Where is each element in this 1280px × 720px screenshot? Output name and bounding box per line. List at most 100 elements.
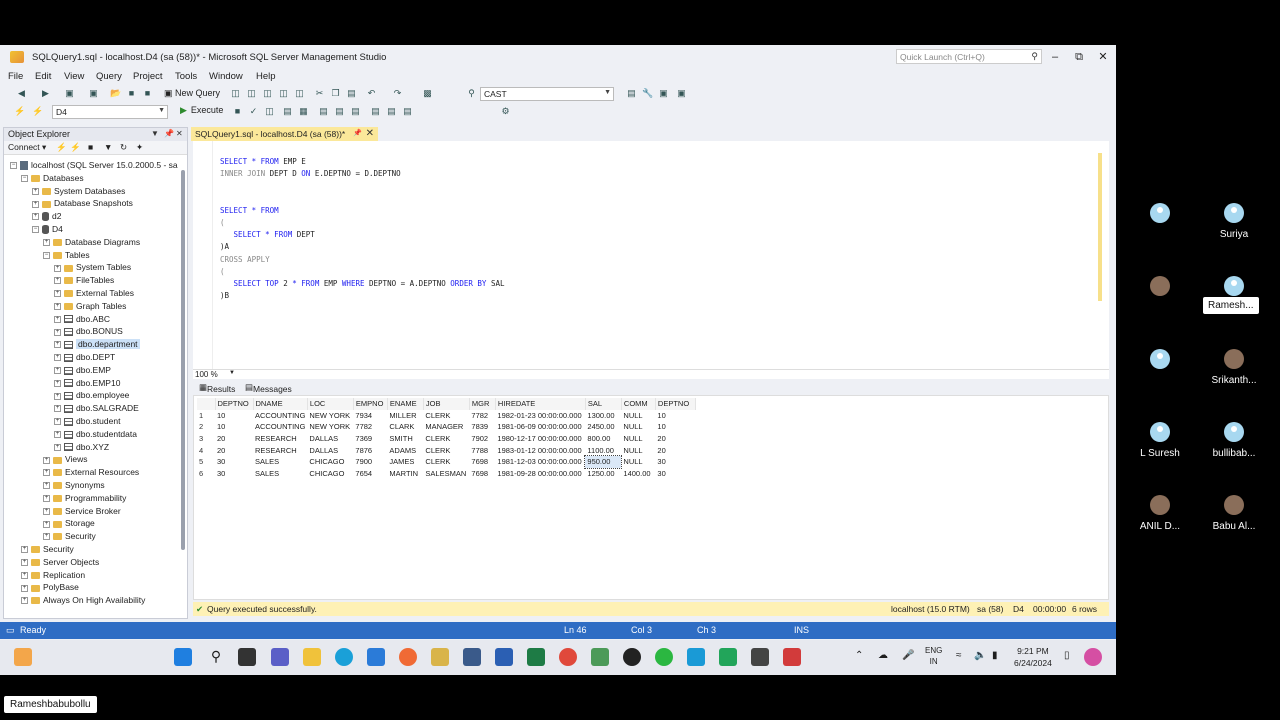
column-header[interactable]: DEPTNO [655,398,696,410]
pin-icon[interactable]: 📌 [164,129,174,138]
tree-node[interactable]: + System Databases [32,186,125,199]
column-header[interactable]: ENAME [387,398,424,410]
app-icon[interactable] [463,648,481,666]
new-query-button[interactable]: ▣ New Query [164,88,220,99]
expand-icon[interactable]: + [54,379,61,387]
task-view-icon[interactable] [238,648,256,666]
tree-node[interactable]: − Databases [21,173,84,186]
onedrive-icon[interactable]: ☁ [878,650,888,661]
app-icon[interactable] [591,648,609,666]
tab-sqlquery1[interactable]: SQLQuery1.sql - localhost.D4 (sa (58))* … [191,127,378,141]
query-type-icon[interactable]: ◫ [262,88,273,99]
disconnect-icon[interactable]: ⚡ [32,106,43,117]
table-cell[interactable]: 1982-01-23 00:00:00.000 [495,410,585,422]
table-cell[interactable]: CLERK [423,410,469,422]
tree-node[interactable]: + Always On High Availability [21,595,145,608]
tree-node[interactable]: − D4 [32,224,63,237]
table-cell[interactable]: MARTIN [387,468,423,480]
tree-node[interactable]: + Service Broker [43,506,121,519]
table-cell[interactable]: 20 [655,433,695,445]
skype-icon[interactable] [687,648,705,666]
table-cell[interactable]: RESEARCH [253,444,307,456]
participant-tile[interactable] [1125,203,1195,229]
table-cell[interactable]: 30 [655,456,695,468]
column-header[interactable]: DEPTNO [215,398,254,410]
query-type-icon[interactable]: ◫ [294,88,305,99]
table-cell[interactable]: 7698 [469,456,495,468]
column-header[interactable]: SAL [585,398,622,410]
forward-icon[interactable]: ▶ [40,88,51,99]
table-cell[interactable]: ACCOUNTING [253,410,307,422]
expand-icon[interactable]: + [54,392,61,400]
tree-node[interactable]: + Graph Tables [54,301,126,314]
new-project-icon[interactable]: ▣ [64,88,75,99]
disconnect-icon[interactable]: ⚡ [70,142,81,153]
display-plan-icon[interactable]: ◫ [264,106,275,117]
table-cell[interactable]: 7782 [469,410,495,422]
restore-icon[interactable]: ⧉ [1072,50,1086,64]
tree-node[interactable]: + dbo.BONUS [54,326,123,339]
teams-icon[interactable] [271,648,289,666]
table-cell[interactable]: CHICAGO [307,456,353,468]
close-icon[interactable]: ✕ [1096,50,1110,64]
column-header[interactable]: DNAME [253,398,308,410]
tab-results[interactable]: ▦ Results [199,382,235,394]
tree-node[interactable]: + System Tables [54,262,131,275]
table-cell[interactable]: JAMES [387,456,423,468]
file-explorer-icon[interactable] [303,648,321,666]
dropdown-icon[interactable]: ▼ [151,129,159,138]
connect-icon[interactable]: ⚡ [14,106,25,117]
table-row[interactable]: 2 10 ACCOUNTING NEW YORK 7782 CLARK MANAGER 783… [197,421,695,433]
expand-icon[interactable]: + [32,213,39,221]
table-cell[interactable]: 7788 [469,444,495,456]
table-cell[interactable]: NULL [621,421,655,433]
table-cell[interactable]: 800.00 [585,433,621,445]
expand-icon[interactable]: + [54,277,61,285]
column-header[interactable]: JOB [423,398,470,410]
results-text-icon[interactable]: ▤ [386,106,397,117]
table-cell[interactable]: 1100.00 [585,444,621,456]
tree-node[interactable]: + dbo.SALGRADE [54,403,139,416]
query-type-icon[interactable]: ◫ [230,88,241,99]
tree-node[interactable]: + Security [21,544,74,557]
back-icon[interactable]: ◀ [16,88,27,99]
tree-node[interactable]: + FileTables [54,275,114,288]
expand-icon[interactable]: + [32,200,39,208]
table-cell[interactable]: NULL [621,410,655,422]
find-combo[interactable]: CAST ▼ [480,87,614,101]
column-header[interactable]: COMM [621,398,656,410]
corner-cell[interactable] [197,398,216,410]
row-number[interactable]: 2 [197,421,215,433]
table-cell[interactable]: MANAGER [423,421,469,433]
expand-icon[interactable]: + [21,559,28,567]
expand-icon[interactable]: + [54,290,61,298]
participant-tile[interactable]: bullibab... [1199,422,1269,459]
tree-node[interactable]: + Replication [21,570,85,583]
menu-project[interactable]: Project [133,71,163,82]
table-cell[interactable]: 1250.00 [585,468,621,480]
table-cell[interactable]: 2450.00 [585,421,621,433]
table-cell[interactable]: 10 [215,410,253,422]
wifi-icon[interactable]: ≈ [956,650,962,661]
search-icon[interactable]: ⚲ [207,648,225,666]
table-cell[interactable]: 7782 [353,421,387,433]
connect-object-icon[interactable]: ⚡ [56,142,67,153]
volume-icon[interactable]: 🔈 [974,650,986,661]
edge-icon[interactable] [335,648,353,666]
table-cell[interactable]: NULL [621,433,655,445]
expand-icon[interactable]: + [54,354,61,362]
table-cell[interactable]: CLERK [423,444,469,456]
clock[interactable]: 9:21 PM 6/24/2024 [1014,645,1052,669]
table-cell[interactable]: SMITH [387,433,423,445]
tree-node[interactable]: + Security [43,531,96,544]
connect-button[interactable]: Connect ▾ [8,142,46,152]
expand-icon[interactable]: + [43,533,50,541]
table-cell[interactable]: 10 [215,421,253,433]
collapse-icon[interactable]: − [32,226,39,234]
table-cell[interactable]: 950.00 [584,455,623,469]
table-cell[interactable]: MILLER [387,410,423,422]
expand-icon[interactable]: + [54,264,61,272]
table-cell[interactable]: NEW YORK [307,421,353,433]
query-type-icon[interactable]: ◫ [246,88,257,99]
database-combo[interactable]: D4 ▼ [52,105,168,119]
